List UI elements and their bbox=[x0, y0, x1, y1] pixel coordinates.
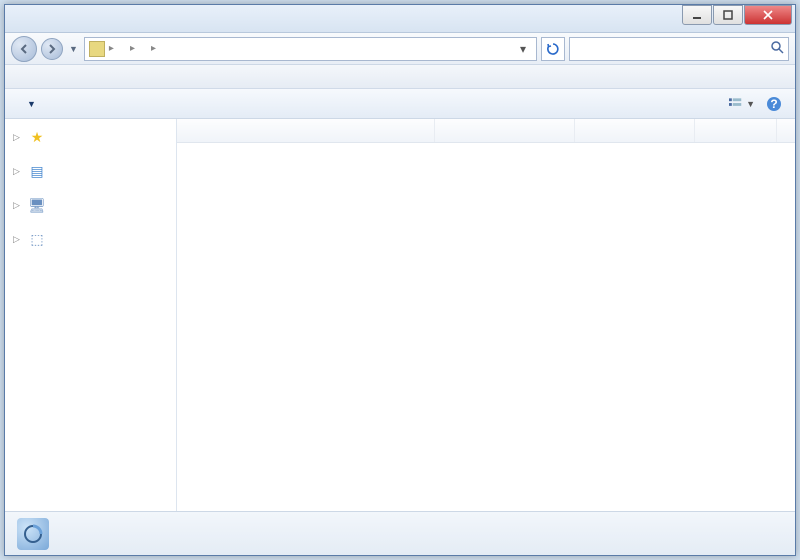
forward-button[interactable] bbox=[41, 38, 63, 60]
sidebar-favorites: ▷ ★ bbox=[5, 125, 176, 149]
menu-file[interactable] bbox=[9, 74, 25, 80]
computer-icon: 🖥 bbox=[29, 197, 45, 213]
sidebar-computer: ▷ 🖥 bbox=[5, 193, 176, 217]
sidebar-network: ▷ ⬚ bbox=[5, 227, 176, 251]
menu-bar bbox=[5, 65, 795, 89]
menu-view[interactable] bbox=[41, 74, 57, 80]
sidebar-head-network[interactable]: ▷ ⬚ bbox=[5, 227, 176, 251]
history-dropdown-icon[interactable]: ▼ bbox=[67, 44, 80, 54]
svg-text:?: ? bbox=[770, 97, 777, 111]
organize-button[interactable]: ▼ bbox=[13, 95, 46, 113]
caret-icon: ▷ bbox=[13, 166, 23, 177]
file-list bbox=[177, 119, 795, 511]
sidebar: ▷ ★ ▷ ▤ ▷ 🖥 bbox=[5, 119, 177, 511]
search-box[interactable] bbox=[569, 37, 789, 61]
menu-tools[interactable] bbox=[57, 74, 73, 80]
chevron-down-icon: ▼ bbox=[27, 99, 36, 109]
back-button[interactable] bbox=[11, 36, 37, 62]
minimize-button[interactable] bbox=[682, 5, 712, 25]
titlebar bbox=[5, 5, 795, 33]
caret-icon: ▷ bbox=[13, 234, 23, 245]
toolbar: ▼ ▼ ? bbox=[5, 89, 795, 119]
network-icon: ⬚ bbox=[29, 231, 45, 247]
search-input[interactable] bbox=[574, 42, 770, 56]
close-button[interactable] bbox=[744, 5, 792, 25]
folder-icon bbox=[89, 41, 105, 57]
sidebar-head-computer[interactable]: ▷ 🖥 bbox=[5, 193, 176, 217]
status-bar bbox=[5, 511, 795, 555]
explorer-window: ▼ ▸ ▸ ▸ ▾ ▼ ▼ ? bbox=[4, 4, 796, 556]
chevron-right-icon: ▸ bbox=[149, 43, 158, 54]
column-type[interactable] bbox=[575, 119, 695, 142]
menu-help[interactable] bbox=[73, 74, 89, 80]
breadcrumb[interactable] bbox=[118, 47, 126, 51]
body: ▷ ★ ▷ ▤ ▷ 🖥 bbox=[5, 119, 795, 511]
menu-edit[interactable] bbox=[25, 74, 41, 80]
column-size[interactable] bbox=[695, 119, 777, 142]
breadcrumb[interactable] bbox=[139, 47, 147, 51]
status-icon bbox=[17, 518, 49, 550]
maximize-button[interactable] bbox=[713, 5, 743, 25]
sidebar-head-libraries[interactable]: ▷ ▤ bbox=[5, 159, 176, 183]
view-options-button[interactable]: ▼ bbox=[729, 93, 755, 115]
sidebar-head-favorites[interactable]: ▷ ★ bbox=[5, 125, 176, 149]
address-dropdown-icon[interactable]: ▾ bbox=[514, 42, 532, 56]
sidebar-libraries: ▷ ▤ bbox=[5, 159, 176, 183]
chevron-right-icon: ▸ bbox=[128, 43, 137, 54]
breadcrumb[interactable] bbox=[160, 47, 168, 51]
refresh-button[interactable] bbox=[541, 37, 565, 61]
library-icon: ▤ bbox=[29, 163, 45, 179]
column-date[interactable] bbox=[435, 119, 575, 142]
column-name[interactable] bbox=[177, 119, 435, 142]
column-headers bbox=[177, 119, 795, 143]
address-bar[interactable]: ▸ ▸ ▸ ▾ bbox=[84, 37, 537, 61]
search-icon[interactable] bbox=[770, 40, 784, 57]
nav-bar: ▼ ▸ ▸ ▸ ▾ bbox=[5, 33, 795, 65]
help-button[interactable]: ? bbox=[761, 93, 787, 115]
chevron-right-icon: ▸ bbox=[107, 43, 116, 54]
caret-icon: ▷ bbox=[13, 200, 23, 211]
star-icon: ★ bbox=[29, 129, 45, 145]
caret-icon: ▷ bbox=[13, 132, 23, 143]
